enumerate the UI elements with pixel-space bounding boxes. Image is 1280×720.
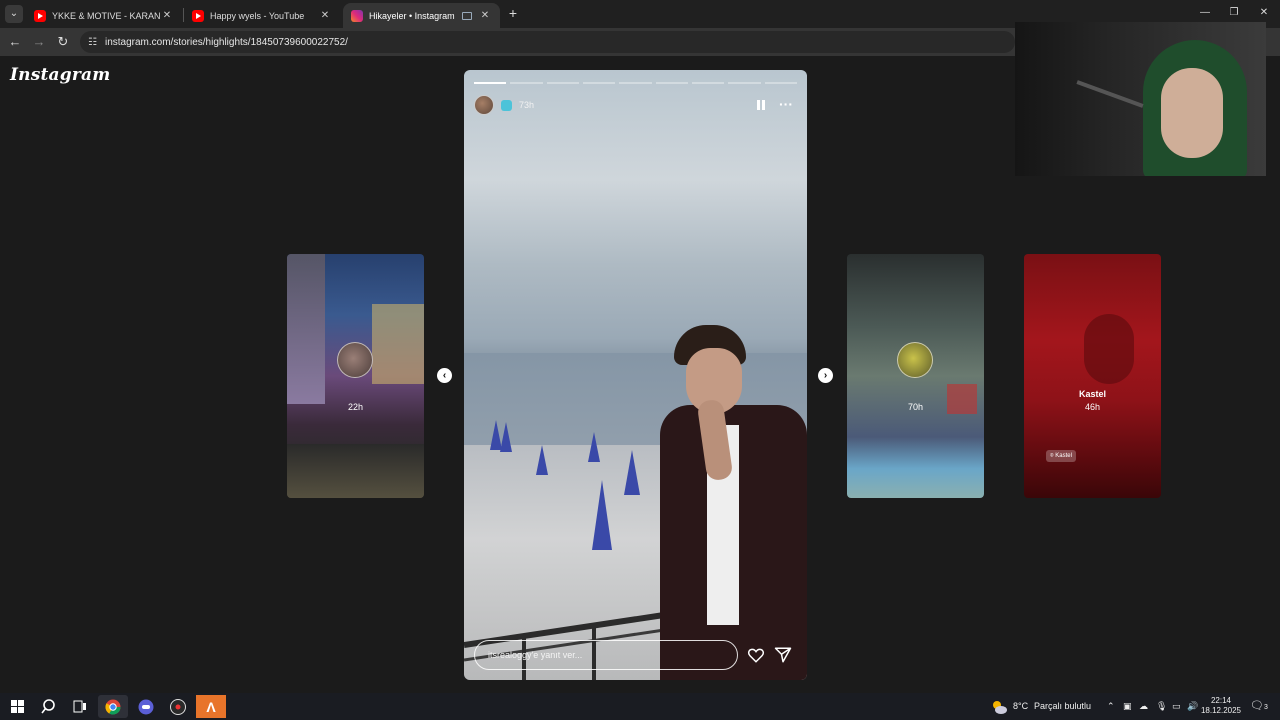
tab-title: Hikayeler • Instagram xyxy=(369,10,455,21)
webcam-overlay xyxy=(1015,22,1266,176)
streamer-face-shape xyxy=(1161,68,1223,158)
next-story-card[interactable]: Kastel 46h ⌾ Kastel xyxy=(1024,254,1161,498)
messenger-app-icon[interactable] xyxy=(131,695,161,718)
tab-ykke-motive[interactable]: YKKE & MOTIVE - KARANLIK (O ✕ xyxy=(26,3,182,28)
url-text: instagram.com/stories/highlights/1845073… xyxy=(104,36,348,48)
story-avatar xyxy=(897,342,933,378)
weather-icon[interactable] xyxy=(991,693,1007,720)
previous-story-card[interactable]: 22h xyxy=(287,254,424,498)
network-icon[interactable]: ▭ xyxy=(1172,693,1181,720)
volume-icon[interactable]: 🔊 xyxy=(1187,693,1198,720)
progress-segment xyxy=(582,82,616,84)
weather-description[interactable]: Parçalı bulutlu xyxy=(1034,693,1091,720)
cast-icon xyxy=(462,11,472,20)
notification-count: 3 xyxy=(1263,704,1268,711)
progress-segment xyxy=(728,82,761,84)
umbrella-shape xyxy=(500,422,512,452)
story-time: 73h xyxy=(519,100,535,110)
building-shape xyxy=(287,254,325,404)
previous-arrow-button[interactable]: ‹ xyxy=(437,368,452,383)
chrome-icon[interactable] xyxy=(98,695,128,718)
restore-button[interactable]: ❐ xyxy=(1224,4,1244,22)
umbrella-shape xyxy=(624,450,640,495)
microphone-icon[interactable]: 🎙 xyxy=(1156,693,1167,720)
close-icon[interactable]: ✕ xyxy=(318,10,332,21)
instagram-icon xyxy=(351,9,363,22)
progress-segment xyxy=(655,82,688,84)
story-username: Kastel xyxy=(1078,389,1106,399)
close-icon[interactable]: ✕ xyxy=(478,10,492,21)
active-story[interactable]: 73h ··· itsrealoggy'e yanıt ver... xyxy=(464,70,807,680)
next-story-card[interactable]: 70h xyxy=(847,254,984,498)
back-button[interactable]: ← xyxy=(6,33,24,51)
app-a-icon[interactable]: Λ xyxy=(196,695,226,718)
pause-icon[interactable] xyxy=(755,98,767,112)
address-bar[interactable]: ☷ instagram.com/stories/highlights/18450… xyxy=(80,31,1015,53)
tab-happy-wyels[interactable]: Happy wyels - YouTube ✕ xyxy=(184,3,340,28)
story-progress-bar xyxy=(474,82,797,84)
task-view-icon[interactable] xyxy=(65,695,95,718)
screen: ⌄ YKKE & MOTIVE - KARANLIK (O ✕ Happy wy… xyxy=(0,0,1280,720)
story-time: 22h xyxy=(347,402,364,412)
site-info-icon[interactable]: ☷ xyxy=(88,37,97,48)
chevron-up-icon[interactable]: ⌃ xyxy=(1107,693,1115,720)
send-icon[interactable] xyxy=(774,646,792,664)
dj-deck-shape xyxy=(287,444,424,498)
windows-start-icon[interactable] xyxy=(2,695,32,718)
person-silhouette-shape xyxy=(1084,314,1134,384)
progress-segment xyxy=(619,82,652,84)
progress-segment xyxy=(764,82,797,84)
lit-building-shape xyxy=(372,304,424,384)
forward-button[interactable]: → xyxy=(30,33,48,51)
new-tab-button[interactable]: + xyxy=(505,5,521,21)
progress-segment xyxy=(474,82,507,84)
youtube-icon xyxy=(34,9,46,22)
youtube-icon xyxy=(192,9,204,22)
close-window-button[interactable]: ✕ xyxy=(1254,4,1274,22)
umbrella-shape xyxy=(536,445,548,475)
taskbar-clock[interactable]: 22:14 18.12.2025 xyxy=(1200,696,1242,716)
search-icon[interactable] xyxy=(33,695,63,718)
location-label: Kastel xyxy=(1055,453,1072,459)
minimize-button[interactable]: — xyxy=(1195,4,1215,22)
highlight-badge-icon xyxy=(501,99,512,111)
progress-segment xyxy=(546,82,579,84)
story-avatar[interactable] xyxy=(474,95,494,115)
tab-title: YKKE & MOTIVE - KARANLIK (O xyxy=(52,10,160,21)
next-arrow-button[interactable]: › xyxy=(818,368,833,383)
umbrella-shape xyxy=(588,432,600,462)
location-tag: ⌾ Kastel xyxy=(1046,450,1076,462)
onedrive-icon[interactable]: ☁ xyxy=(1139,693,1148,720)
story-time: 70h xyxy=(907,402,924,412)
tab-search-button[interactable]: ⌄ xyxy=(5,5,23,23)
tab-title: Happy wyels - YouTube xyxy=(210,10,305,21)
reply-input[interactable]: itsrealoggy'e yanıt ver... xyxy=(474,640,738,670)
obs-app-icon[interactable] xyxy=(163,695,193,718)
progress-segment xyxy=(510,82,543,84)
clock-time: 22:14 xyxy=(1210,696,1232,705)
story-time: 46h xyxy=(1084,402,1101,412)
story-header: 73h ··· xyxy=(474,94,797,116)
windows-taskbar: Λ 8°C Parçalı bulutlu ⌃ ▣ ☁ 🎙 ▭ 🔊 22:14 … xyxy=(0,693,1280,720)
instagram-logo[interactable]: Instagram xyxy=(10,65,110,85)
weather-temperature[interactable]: 8°C xyxy=(1013,693,1028,720)
tab-instagram-stories[interactable]: Hikayeler • Instagram ✕ xyxy=(343,3,500,28)
reload-button[interactable]: ↻ xyxy=(54,33,72,51)
umbrella-shape xyxy=(592,480,612,550)
clock-date: 18.12.2025 xyxy=(1200,706,1242,715)
progress-segment xyxy=(691,82,725,84)
more-options-icon[interactable]: ··· xyxy=(776,97,796,112)
heart-icon[interactable] xyxy=(747,646,765,664)
tray-app-icon[interactable]: ▣ xyxy=(1123,693,1132,720)
close-icon[interactable]: ✕ xyxy=(160,10,174,21)
story-avatar xyxy=(337,342,373,378)
notification-center-icon[interactable]: 🗨3 xyxy=(1250,693,1268,720)
